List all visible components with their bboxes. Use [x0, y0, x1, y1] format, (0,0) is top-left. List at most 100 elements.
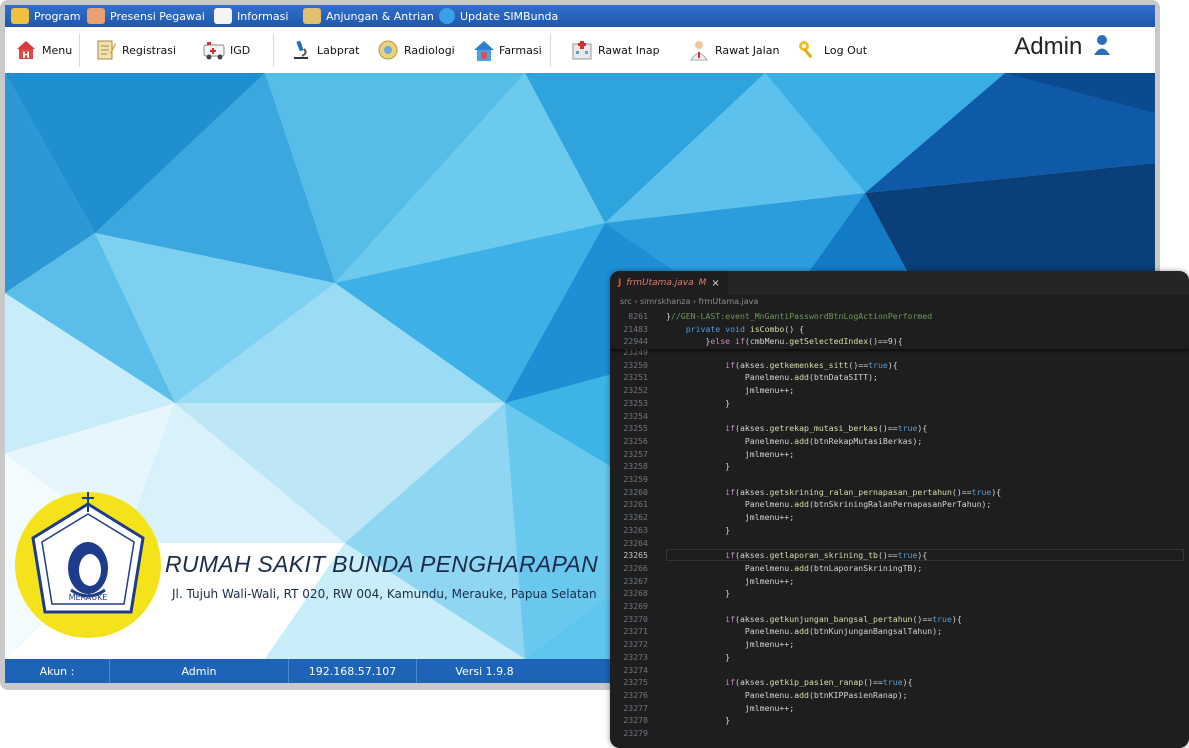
code-line[interactable]: if(akses.getkemenkes_sitt()==true){ [666, 360, 898, 370]
line-number: 23250 [623, 359, 648, 370]
toolbar: H Menu Registrasi IGD Labprat Radiologi … [5, 27, 1155, 74]
toolbar-menu-label: Menu [42, 43, 73, 57]
line-number: 23278 [623, 715, 648, 726]
status-ip: 192.168.57.107 [289, 659, 417, 683]
code-line[interactable]: } [666, 652, 730, 662]
code-line[interactable]: if(akses.getkunjungan_bangsal_pertahun()… [666, 614, 962, 624]
menu-program[interactable]: Program [11, 5, 80, 27]
code-editor-window: J frmUtama.java M × src › simrskhanza › … [610, 271, 1189, 748]
code-line[interactable]: jmlmenu++; [666, 385, 794, 395]
code-line[interactable]: } [666, 525, 730, 535]
book-icon [214, 8, 232, 24]
ambulance-icon [203, 39, 225, 61]
line-number: 23261 [623, 499, 648, 510]
code-line[interactable]: }//GEN-LAST:event_MnGantiPasswordBtnLogA… [666, 311, 932, 321]
code-line[interactable]: jmlmenu++; [666, 576, 794, 586]
line-number: 23259 [623, 474, 648, 484]
editor-tab-modified-badge: M [698, 278, 707, 288]
line-number: 21483 [623, 323, 648, 334]
queue-icon [303, 8, 321, 24]
svg-text:H: H [22, 51, 30, 61]
toolbar-labprat-button[interactable]: Labprat [290, 27, 359, 73]
menu-anjungan[interactable]: Anjungan & Antrian [303, 5, 434, 27]
line-number: 23254 [623, 410, 648, 421]
editor-breadcrumb: src › simrskhanza › frmUtama.java [620, 297, 759, 306]
code-line[interactable]: Panelmenu.add(btnRekapMutasiBerkas); [666, 436, 922, 446]
toolbar-divider [273, 33, 274, 67]
code-line[interactable]: private void isCombo() { [666, 324, 804, 334]
code-line[interactable]: jmlmenu++; [666, 639, 794, 649]
menu-informasi[interactable]: Informasi [214, 5, 288, 27]
code-line[interactable]: Panelmenu.add(btnDataSITT); [666, 372, 878, 382]
java-file-icon: J [618, 278, 622, 288]
hospital-address: Jl. Tujuh Wali-Wali, RT 020, RW 004, Kam… [172, 587, 597, 601]
code-line[interactable]: jmlmenu++; [666, 512, 794, 522]
menu-update[interactable]: Update SIMBunda [439, 5, 558, 27]
code-line[interactable]: Panelmenu.add(btnKIPPasienRanap); [666, 690, 908, 700]
code-line[interactable]: if(akses.getlaporan_skrining_tb()==true)… [666, 550, 927, 560]
line-number: 23256 [623, 435, 648, 446]
line-number: 23263 [623, 524, 648, 535]
toolbar-rawat-jalan-button[interactable]: Rawat Jalan [688, 27, 779, 73]
editor-tab-frmutama[interactable]: J frmUtama.java M × [610, 271, 728, 295]
code-line[interactable]: Panelmenu.add(btnSkriningRalanPernapasan… [666, 499, 992, 509]
line-number: 23270 [623, 613, 648, 624]
sticky-scroll-header[interactable]: 8261}//GEN-LAST:event_MnGantiPasswordBtn… [610, 309, 1189, 349]
line-number: 23269 [623, 601, 648, 611]
menu-informasi-label: Informasi [237, 9, 289, 23]
staff-icon [87, 8, 105, 24]
user-name: Admin [1014, 33, 1083, 60]
line-number: 23265 [623, 550, 648, 561]
line-number: 23272 [623, 639, 648, 650]
code-line[interactable]: if(akses.getskrining_ralan_pernapasan_pe… [666, 487, 1001, 497]
code-line[interactable]: Panelmenu.add(btnLaporanSkriningTB); [666, 563, 922, 573]
update-icon [439, 8, 455, 24]
toolbar-rawat-jalan-label: Rawat Jalan [715, 43, 780, 57]
home-icon: H [15, 39, 37, 61]
code-line[interactable]: } [666, 398, 730, 408]
program-icon [11, 8, 29, 24]
code-line[interactable]: jmlmenu++; [666, 449, 794, 459]
status-version: Versi 1.9.8 [455, 664, 514, 678]
code-line[interactable]: jmlmenu++; [666, 703, 794, 713]
code-line[interactable]: if(akses.getkip_pasien_ranap()==true){ [666, 677, 912, 687]
line-number: 23274 [623, 664, 648, 675]
toolbar-rawat-inap-button[interactable]: Rawat Inap [571, 27, 660, 73]
hospital-name: RUMAH SAKIT BUNDA PENGHARAPAN [165, 551, 598, 577]
toolbar-menu-button[interactable]: H Menu [15, 27, 72, 73]
code-line[interactable]: } [666, 588, 730, 598]
menu-bar: Program Presensi Pegawai Informasi Anjun… [5, 5, 1155, 27]
user-display[interactable]: Admin [1014, 33, 1111, 61]
hospital-icon [571, 39, 593, 61]
close-icon[interactable]: × [711, 278, 719, 289]
toolbar-registrasi-button[interactable]: Registrasi [95, 27, 176, 73]
line-number: 23251 [623, 372, 648, 383]
toolbar-radiologi-label: Radiologi [404, 43, 455, 57]
status-account: Admin [110, 659, 289, 683]
toolbar-logout-button[interactable]: Log Out [797, 27, 867, 73]
toolbar-igd-label: IGD [230, 43, 251, 57]
line-number: 23260 [623, 486, 648, 497]
line-number: 23267 [623, 575, 648, 586]
editor-tab-label: frmUtama.java [626, 278, 694, 288]
line-number: 23262 [623, 512, 648, 523]
code-line[interactable]: } [666, 461, 730, 471]
code-line[interactable]: Panelmenu.add(btnKunjunganBangsalTahun); [666, 626, 942, 636]
pharmacy-icon [472, 39, 494, 61]
microscope-icon [290, 39, 312, 61]
editor-tab-bar: J frmUtama.java M × [610, 271, 1189, 295]
menu-presensi-pegawai[interactable]: Presensi Pegawai [87, 5, 205, 27]
code-line[interactable]: if(akses.getrekap_mutasi_berkas()==true)… [666, 423, 927, 433]
toolbar-divider [79, 33, 80, 67]
code-line[interactable]: } [666, 715, 730, 725]
line-number: 23275 [623, 677, 648, 688]
key-icon [797, 39, 819, 61]
line-number: 23268 [623, 588, 648, 599]
toolbar-radiologi-button[interactable]: Radiologi [377, 27, 455, 73]
status-account-label: Akun : [5, 659, 110, 683]
doctor-icon [688, 39, 710, 61]
toolbar-farmasi-button[interactable]: Farmasi [472, 27, 542, 73]
toolbar-igd-button[interactable]: IGD [203, 27, 250, 73]
user-icon [1094, 35, 1110, 55]
code-line[interactable]: }else if(cmbMenu.getSelectedIndex()==9){ [666, 336, 902, 346]
